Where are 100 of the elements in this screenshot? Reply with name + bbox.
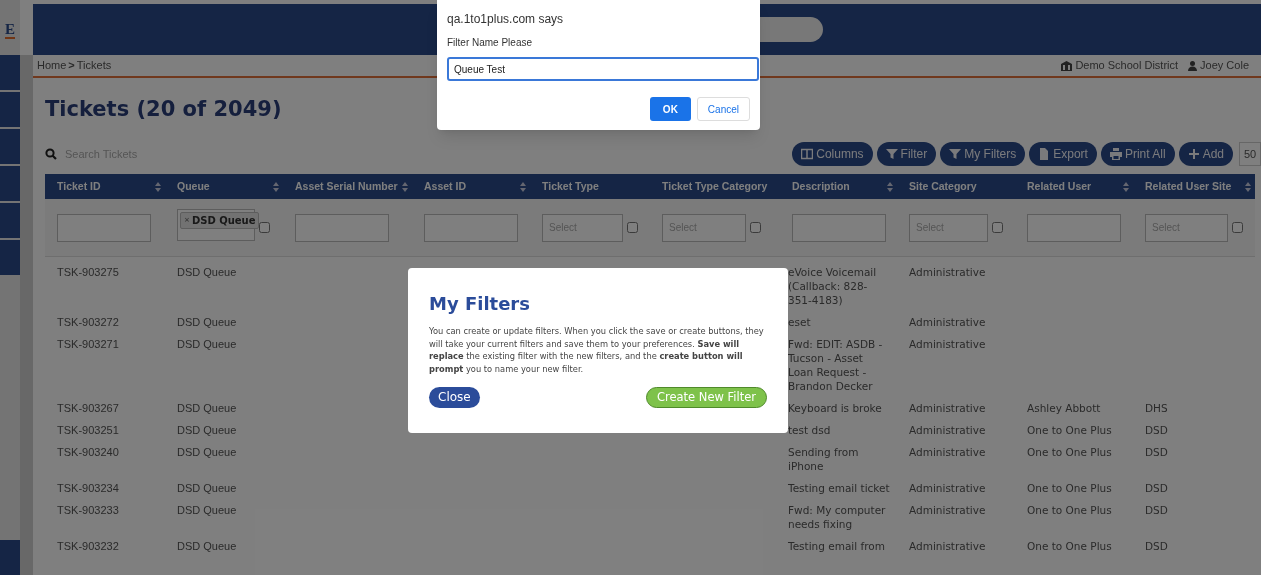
table-cell: DSD bbox=[1145, 504, 1168, 516]
column-header[interactable]: Site Category bbox=[897, 174, 1015, 199]
filter-icon bbox=[885, 148, 898, 160]
sort-icon bbox=[520, 181, 526, 192]
table-cell: DSD bbox=[1145, 482, 1168, 494]
sort-icon bbox=[887, 181, 893, 192]
table-cell: Administrative bbox=[909, 424, 986, 436]
filter-field[interactable] bbox=[57, 213, 151, 242]
table-cell: Testing email ticket bbox=[788, 482, 890, 494]
table-cell: eset bbox=[788, 316, 811, 328]
filter-field[interactable] bbox=[295, 213, 389, 242]
filter-name-field[interactable]: Queue Test bbox=[447, 57, 759, 81]
table-cell: Keyboard is broke bbox=[788, 402, 882, 414]
table-cell: TSK-903267 bbox=[57, 402, 119, 414]
table-cell: DSD bbox=[1145, 424, 1168, 436]
user-name[interactable]: Joey Cole bbox=[1200, 57, 1249, 74]
column-header[interactable]: Ticket Type bbox=[530, 174, 650, 199]
page-title: Tickets (20 of 2049) bbox=[45, 96, 282, 123]
table-cell: Sending from iPhone bbox=[788, 446, 859, 472]
logo[interactable]: E bbox=[5, 22, 15, 39]
toolbar-button[interactable]: Filter bbox=[876, 142, 937, 166]
alert-prompt: Filter Name Please bbox=[447, 36, 534, 50]
table-cell: Administrative bbox=[909, 446, 986, 458]
sidebar-item[interactable] bbox=[0, 129, 20, 164]
filter-icon bbox=[949, 148, 962, 160]
column-header[interactable]: Asset ID bbox=[412, 174, 530, 199]
filter-checkbox[interactable] bbox=[1232, 222, 1243, 233]
table-cell: Administrative bbox=[909, 316, 986, 328]
sort-icon bbox=[273, 181, 279, 192]
table-cell: DSD Queue bbox=[177, 338, 237, 350]
sort-icon bbox=[402, 181, 408, 192]
table-cell: test dsd bbox=[788, 424, 831, 436]
toolbar-button[interactable]: Add bbox=[1178, 142, 1233, 166]
file-icon bbox=[1038, 148, 1051, 160]
table-cell: Fwd: EDIT: ASDB - Tucson - Asset Loan Request - Brandon Decker bbox=[788, 338, 883, 392]
scrollbar-track[interactable] bbox=[20, 55, 33, 575]
filter-checkbox[interactable] bbox=[992, 222, 1003, 233]
table-cell: DSD Queue bbox=[177, 446, 237, 458]
toolbar-button[interactable]: Columns bbox=[792, 142, 873, 166]
toolbar-button[interactable]: Print All bbox=[1100, 142, 1175, 166]
page-size-select[interactable]: 50 bbox=[1239, 142, 1261, 166]
table-cell: Administrative bbox=[909, 402, 986, 414]
filter-checkbox[interactable] bbox=[259, 222, 270, 233]
ok-button[interactable]: OK bbox=[649, 97, 691, 121]
alert-origin: qa.1to1plus.com says bbox=[447, 11, 565, 28]
close-button[interactable]: Close bbox=[429, 386, 480, 408]
plus-icon bbox=[1187, 148, 1200, 160]
table-cell: TSK-903232 bbox=[57, 540, 119, 552]
sidebar-item[interactable] bbox=[0, 203, 20, 238]
filter-checkbox[interactable] bbox=[627, 222, 638, 233]
sidebar-item[interactable] bbox=[0, 55, 20, 90]
table-cell: DSD bbox=[1145, 446, 1168, 458]
table-cell: TSK-903233 bbox=[57, 504, 119, 516]
table-cell: DSD Queue bbox=[177, 482, 237, 494]
table-cell: One to One Plus bbox=[1027, 504, 1112, 516]
table-cell: DSD Queue bbox=[177, 402, 237, 414]
cancel-button[interactable]: Cancel bbox=[696, 97, 750, 121]
table-cell: Administrative bbox=[909, 504, 986, 516]
column-header[interactable]: Asset Serial Number bbox=[283, 174, 412, 199]
table-cell: DSD Queue bbox=[177, 540, 237, 552]
table-cell: DSD Queue bbox=[177, 424, 237, 436]
school-icon bbox=[1061, 60, 1073, 71]
table-cell: eVoice Voicemail (Callback: 828-351-4183) bbox=[788, 266, 877, 306]
table-cell: TSK-903272 bbox=[57, 316, 119, 328]
district-name[interactable]: Demo School District bbox=[1075, 57, 1179, 74]
column-header[interactable]: Related User bbox=[1015, 174, 1133, 199]
filter-field[interactable] bbox=[792, 213, 886, 242]
table-cell: One to One Plus bbox=[1027, 446, 1112, 458]
table-cell: DSD bbox=[1145, 540, 1168, 552]
column-header[interactable]: Related User Site bbox=[1133, 174, 1255, 199]
user-icon bbox=[1188, 60, 1198, 71]
sidebar-item[interactable] bbox=[0, 166, 20, 201]
column-header[interactable]: Ticket ID bbox=[45, 174, 165, 199]
breadcrumb-separator: > bbox=[68, 58, 75, 74]
table-cell: Administrative bbox=[909, 338, 986, 350]
table-cell: Testing email from bbox=[788, 540, 885, 552]
table-cell: Administrative bbox=[909, 482, 986, 494]
table-cell: DHS bbox=[1145, 402, 1168, 414]
column-header[interactable]: Queue bbox=[165, 174, 283, 199]
table-cell: DSD Queue bbox=[177, 504, 237, 516]
sidebar-item[interactable] bbox=[0, 92, 20, 127]
breadcrumb-link[interactable]: Home bbox=[37, 57, 67, 74]
column-header[interactable]: Ticket Type Category bbox=[650, 174, 780, 199]
table-cell: DSD Queue bbox=[177, 316, 237, 328]
column-header[interactable]: Description bbox=[780, 174, 897, 199]
table-cell: One to One Plus bbox=[1027, 540, 1112, 552]
table-cell: DSD Queue bbox=[177, 266, 237, 278]
table-cell: Fwd: My computer needs fixing bbox=[788, 504, 886, 530]
sidebar-item[interactable] bbox=[0, 540, 20, 575]
table-cell: Administrative bbox=[909, 540, 986, 552]
filter-field[interactable] bbox=[424, 213, 518, 242]
filter-field[interactable] bbox=[1027, 213, 1121, 242]
toolbar-button[interactable]: My Filters bbox=[940, 142, 1026, 166]
create-filter-button[interactable]: Create New Filter bbox=[645, 386, 767, 408]
filter-checkbox[interactable] bbox=[750, 222, 761, 233]
sidebar-item[interactable] bbox=[0, 240, 20, 275]
toolbar-button[interactable]: Export bbox=[1029, 142, 1097, 166]
table-cell: TSK-903251 bbox=[57, 424, 119, 436]
sort-icon bbox=[1245, 181, 1251, 192]
table-cell: One to One Plus bbox=[1027, 424, 1112, 436]
